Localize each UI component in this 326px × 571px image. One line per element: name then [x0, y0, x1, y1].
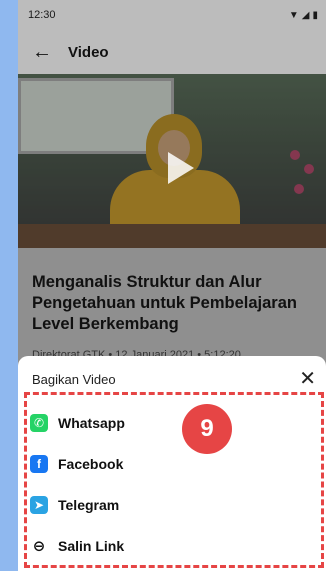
facebook-icon: f: [30, 454, 48, 473]
status-bar: 12:30 ▼ ◢ ▮: [18, 0, 326, 30]
share-option-label: Telegram: [58, 496, 120, 513]
share-options-list: ✆ Whatsapp f Facebook ➤ Telegram ⊖ Salin…: [18, 402, 326, 566]
phone-screen: 12:30 ▼ ◢ ▮ ← Video Menganalis Struktur …: [18, 0, 326, 571]
link-icon: ⊖: [32, 537, 46, 555]
whatsapp-icon: ✆: [30, 413, 48, 432]
video-title: Menganalis Struktur dan Alur Pengetahuan…: [32, 273, 297, 333]
share-whatsapp-option[interactable]: ✆ Whatsapp: [18, 402, 326, 443]
share-sheet-header: Bagikan Video ✕: [18, 356, 326, 402]
share-sheet-title: Bagikan Video: [32, 371, 116, 387]
back-arrow-icon[interactable]: ←: [32, 41, 58, 64]
wifi-icon: ▼: [288, 9, 299, 21]
step-number-badge: 9: [182, 404, 232, 454]
status-time: 12:30: [28, 9, 56, 21]
signal-icon: ◢: [301, 9, 310, 21]
share-telegram-option[interactable]: ➤ Telegram: [18, 484, 326, 525]
app-bar: ← Video: [18, 30, 326, 74]
share-option-label: Whatsapp: [58, 414, 125, 431]
share-bottom-sheet: Bagikan Video ✕ ✆ Whatsapp f Facebook ➤ …: [18, 356, 326, 571]
battery-icon: ▮: [312, 9, 318, 21]
play-icon[interactable]: [168, 152, 194, 184]
share-facebook-option[interactable]: f Facebook: [18, 443, 326, 484]
share-copy-link-option[interactable]: ⊖ Salin Link: [18, 525, 326, 566]
status-icons: ▼ ◢ ▮: [289, 10, 318, 21]
close-icon[interactable]: ✕: [299, 369, 316, 389]
telegram-icon: ➤: [30, 495, 48, 514]
page-title: Video: [68, 43, 109, 61]
share-option-label: Salin Link: [58, 537, 125, 554]
share-option-label: Facebook: [58, 455, 124, 472]
